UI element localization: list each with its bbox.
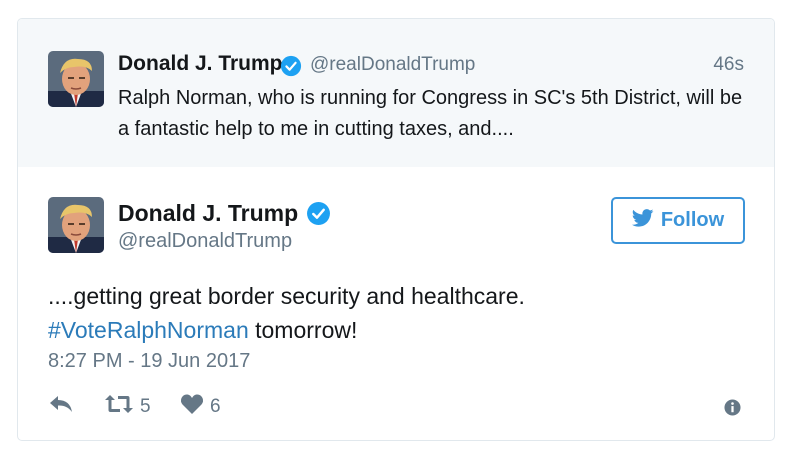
tweet-text: Ralph Norman, who is running for Congres…	[118, 87, 743, 140]
like-button[interactable]: 6	[180, 393, 221, 420]
retweet-icon	[104, 393, 134, 420]
parent-tweet[interactable]: Donald J. Trump @realDonaldTrump 46s Ral…	[18, 19, 774, 167]
author-name[interactable]: Donald J. Trump	[118, 52, 283, 76]
author-name[interactable]: Donald J. Trump	[118, 200, 298, 227]
heart-icon	[180, 393, 204, 420]
tweet-text-tail: tomorrow!	[248, 317, 358, 343]
twitter-bird-icon	[631, 209, 654, 232]
follow-button[interactable]: Follow	[611, 197, 745, 244]
tweet-text-line: #VoteRalphNorman tomorrow!	[48, 313, 748, 347]
avatar[interactable]	[48, 197, 104, 253]
reply-button[interactable]	[48, 393, 74, 420]
verified-badge-icon	[280, 55, 302, 82]
tweet-timestamp[interactable]: 8:27 PM - 19 Jun 2017	[48, 350, 250, 373]
author-handle[interactable]: @realDonaldTrump	[118, 230, 292, 253]
retweet-button[interactable]: 5	[104, 393, 151, 420]
hashtag-link[interactable]: #VoteRalphNorman	[48, 317, 249, 343]
like-count: 6	[210, 395, 221, 417]
tweet-embed-card: Donald J. Trump @realDonaldTrump 46s Ral…	[17, 18, 775, 441]
tweet-text: ....getting great border security and he…	[48, 279, 748, 347]
author-handle[interactable]: @realDonaldTrump	[310, 54, 475, 76]
reply-icon	[48, 393, 74, 420]
verified-badge-icon	[306, 201, 331, 231]
avatar[interactable]	[48, 51, 104, 107]
retweet-count: 5	[140, 395, 151, 417]
tweet-timestamp[interactable]: 46s	[713, 54, 744, 76]
tweet-text-line: ....getting great border security and he…	[48, 283, 525, 309]
info-icon[interactable]	[724, 399, 741, 421]
follow-label: Follow	[660, 209, 725, 231]
